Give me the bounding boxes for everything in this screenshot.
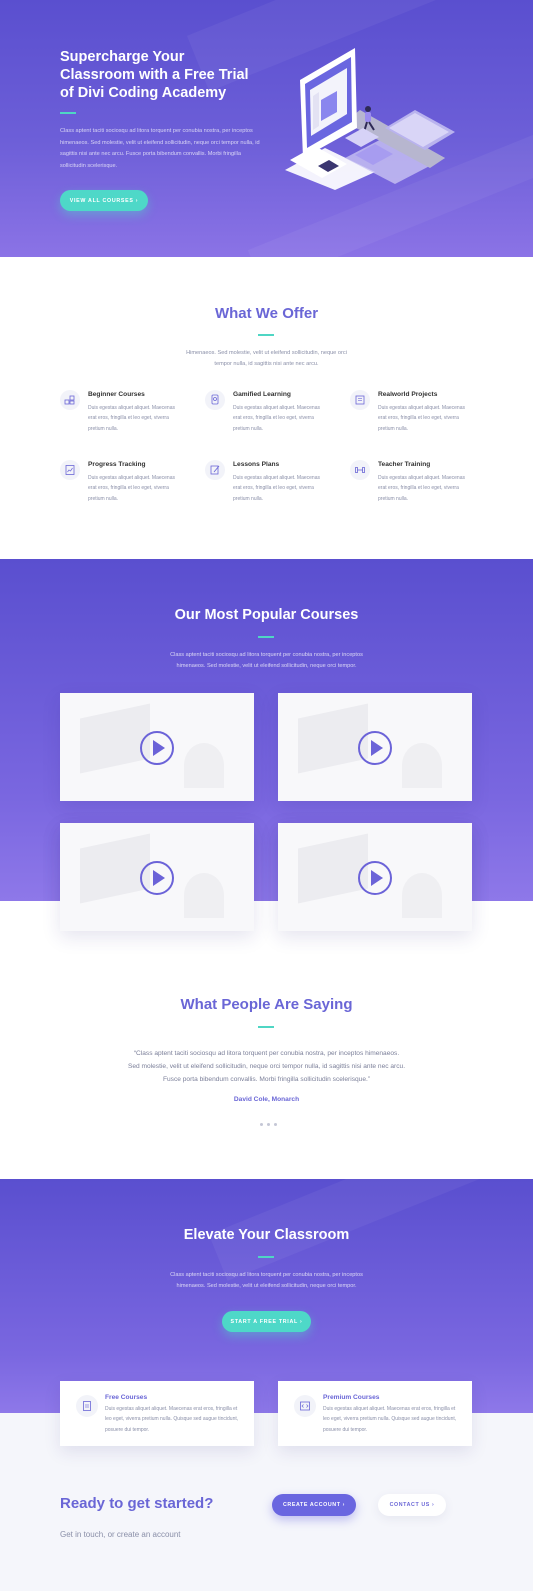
play-icon[interactable] [358, 731, 392, 765]
play-icon[interactable] [358, 861, 392, 895]
feature-title: Teacher Training [378, 461, 431, 468]
play-icon[interactable] [140, 731, 174, 765]
elevate-text-line1: Class aptent taciti sociosqu ad litora t… [170, 1272, 363, 1278]
testimonial-quote-line2: Sed molestie, velit ut eleifend sollicit… [127, 1063, 406, 1070]
feature-progress-tracking: Progress Tracking Duis egestas aliquet a… [60, 460, 195, 510]
hero-text: Class aptent taciti sociosqu ad litora t… [60, 128, 260, 169]
feature-lessons-plans: Lessons Plans Duis egestas aliquet aliqu… [205, 460, 340, 510]
view-all-courses-button[interactable]: VIEW ALL COURSES › [60, 190, 148, 211]
feature-realworld-projects: Realworld Projects Duis egestas aliquet … [350, 390, 485, 440]
start-free-trial-button[interactable]: START A FREE TRIAL › [222, 1311, 311, 1332]
elevate-title: Elevate Your Classroom [183, 1227, 350, 1243]
testimonial-quote-line3: Fusce porta bibendum convallis. Morbi fr… [162, 1076, 371, 1083]
courses-title: Our Most Popular Courses [174, 607, 359, 623]
slider-dots[interactable] [260, 1123, 277, 1126]
card-desc: Duis egestas aliquet aliquet. Maecenas e… [323, 1406, 457, 1433]
slider-dot[interactable] [274, 1123, 277, 1126]
elevate-section: Elevate Your Classroom Class aptent taci… [0, 1179, 533, 1413]
feature-teacher-training: Teacher Training Duis egestas aliquet al… [350, 460, 485, 510]
elevate-text-line2: himenaeos. Sed molestie, velit ut eleife… [176, 1283, 357, 1289]
feature-desc: Duis egestas aliquet aliquet. Maecenas e… [233, 405, 320, 432]
file-icon [76, 1395, 98, 1417]
hero-section: Supercharge Your Classroom with a Free T… [0, 0, 533, 257]
feature-title: Progress Tracking [88, 461, 146, 468]
course-video-4-overlay[interactable] [278, 823, 472, 931]
offer-section: What We Offer Himenaeos. Sed molestie, v… [0, 257, 533, 559]
feature-title: Realworld Projects [378, 391, 438, 398]
courses-text-line2: himenaeos. Sed molestie, velit ut eleife… [176, 663, 357, 669]
offer-text-line2: tempor nulla, id sagittis nisi ante nec … [214, 361, 319, 367]
classroom-illustration [285, 48, 455, 190]
code-icon [294, 1395, 316, 1417]
testimonial-accent-line [258, 1026, 274, 1028]
contact-us-button[interactable]: CONTACT US › [378, 1494, 446, 1516]
offer-accent-line [258, 334, 274, 336]
create-account-button[interactable]: CREATE ACCOUNT › [272, 1494, 356, 1516]
premium-courses-card[interactable]: Premium Courses Duis egestas aliquet ali… [278, 1381, 472, 1446]
feature-gamified-learning: Gamified Learning Duis egestas aliquet a… [205, 390, 340, 440]
slider-dot[interactable] [267, 1123, 270, 1126]
card-desc: Duis egestas aliquet aliquet. Maecenas e… [105, 1406, 239, 1433]
courses-text-line1: Class aptent taciti sociosqu ad litora t… [170, 652, 363, 658]
hero-accent-line [60, 112, 76, 114]
slider-dot[interactable] [260, 1123, 263, 1126]
blocks-icon [60, 390, 80, 410]
course-video-3-overlay[interactable] [60, 823, 254, 931]
testimonial-section [0, 901, 533, 1179]
testimonial-title: What People Are Saying [180, 996, 353, 1013]
feature-desc: Duis egestas aliquet aliquet. Maecenas e… [378, 405, 465, 432]
course-video-2[interactable] [278, 693, 472, 801]
feature-title: Lessons Plans [233, 461, 280, 468]
feature-desc: Duis egestas aliquet aliquet. Maecenas e… [88, 405, 175, 432]
feature-desc: Duis egestas aliquet aliquet. Maecenas e… [88, 475, 175, 502]
card-title[interactable]: Premium Courses [323, 1394, 379, 1401]
course-video-1[interactable] [60, 693, 254, 801]
offer-title: What We Offer [214, 305, 319, 322]
badge-icon [205, 390, 225, 410]
play-icon[interactable] [140, 861, 174, 895]
cta-title: Ready to get started? [60, 1495, 214, 1512]
feature-beginner-courses: Beginner Courses Duis egestas aliquet al… [60, 390, 195, 440]
offer-text-line1: Himenaeos. Sed molestie, velit ut eleife… [186, 350, 347, 356]
feature-title: Gamified Learning [233, 391, 291, 398]
free-courses-card[interactable]: Free Courses Duis egestas aliquet alique… [60, 1381, 254, 1446]
feature-desc: Duis egestas aliquet aliquet. Maecenas e… [233, 475, 320, 502]
feature-desc: Duis egestas aliquet aliquet. Maecenas e… [378, 475, 465, 502]
pencil-icon [205, 460, 225, 480]
testimonial-author: David Cole, Monarch [233, 1096, 300, 1103]
courses-accent-line [258, 636, 274, 638]
cta-subtitle: Get in touch, or create an account [60, 1530, 181, 1539]
dumbbell-icon [350, 460, 370, 480]
chart-icon [60, 460, 80, 480]
feature-title: Beginner Courses [88, 391, 145, 398]
card-title[interactable]: Free Courses [105, 1394, 147, 1401]
testimonial-quote-line1: “Class aptent taciti sociosqu ad litora … [133, 1050, 400, 1057]
elevate-accent-line [258, 1256, 274, 1258]
hero-title: Supercharge Your Classroom with a Free T… [60, 49, 249, 101]
document-icon [350, 390, 370, 410]
